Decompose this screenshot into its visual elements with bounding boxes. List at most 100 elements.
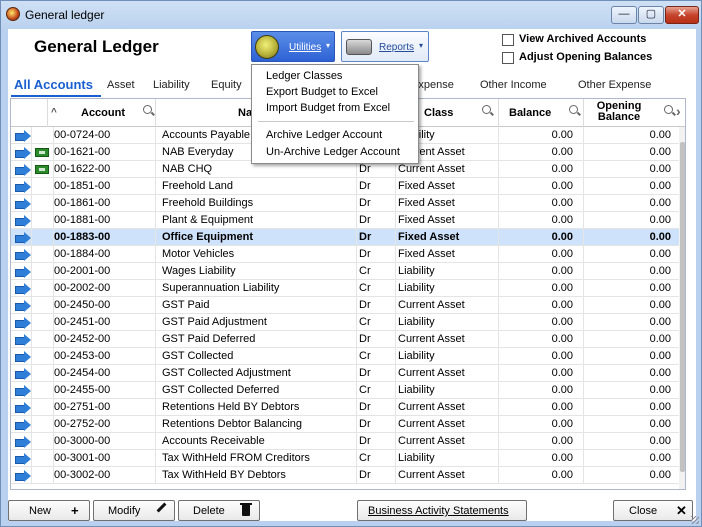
open-account-arrow-icon[interactable]: [15, 283, 31, 295]
tab-other-income[interactable]: Other Income: [480, 79, 547, 91]
resize-grip[interactable]: [691, 516, 699, 524]
new-button[interactable]: New +: [8, 500, 90, 521]
minimize-button[interactable]: —: [611, 6, 637, 24]
table-row[interactable]: 00-3000-00 Accounts Receivable Dr Current A…: [11, 433, 679, 450]
grid-rows: 00-0724-00Accounts PayableLiability0.000…: [11, 127, 679, 484]
open-account-arrow-icon[interactable]: [15, 453, 31, 465]
col-opening-header[interactable]: Opening Balance ›: [583, 99, 685, 127]
bas-button[interactable]: Business Activity Statements: [357, 500, 527, 521]
column-divider: [498, 382, 499, 398]
column-divider: [583, 212, 584, 228]
scroll-right-icon[interactable]: ›: [676, 103, 681, 119]
open-account-arrow-icon[interactable]: [15, 402, 31, 414]
table-row[interactable]: 00-2751-00 Retentions Held BY Debtors Dr Cu…: [11, 399, 679, 416]
table-row[interactable]: 00-1883-00 Office Equipment Dr Fixed Asset 0…: [11, 229, 679, 246]
chevron-down-icon[interactable]: ▾: [326, 41, 330, 50]
open-account-arrow-icon[interactable]: [15, 385, 31, 397]
open-account-arrow-icon[interactable]: [15, 317, 31, 329]
balance-cell: 0.00: [551, 299, 573, 311]
open-account-arrow-icon[interactable]: [15, 232, 31, 244]
table-row[interactable]: 00-2452-00 GST Paid Deferred Dr Current Ass…: [11, 331, 679, 348]
menu-item-import-budget[interactable]: Import Budget from Excel: [266, 102, 390, 114]
delete-button[interactable]: Delete: [178, 500, 260, 521]
table-row[interactable]: 00-2453-00 GST Collected Cr Liability 0.00 0.…: [11, 348, 679, 365]
balance-cell: 0.00: [551, 418, 573, 430]
menu-item-export-budget[interactable]: Export Budget to Excel: [266, 86, 378, 98]
modify-button[interactable]: Modify: [93, 500, 175, 521]
column-divider: [155, 280, 156, 296]
opening-cell: 0.00: [649, 282, 671, 294]
utilities-button[interactable]: Utilities ▾: [251, 31, 335, 62]
tab-asset[interactable]: Asset: [107, 79, 135, 91]
col-account-header[interactable]: ^ Account: [47, 99, 155, 127]
table-row[interactable]: 00-1884-00 Motor Vehicles Dr Fixed Asset 0.0…: [11, 246, 679, 263]
open-account-arrow-icon[interactable]: [15, 198, 31, 210]
table-row[interactable]: 00-2752-00 Retentions Debtor Balancing Dr C…: [11, 416, 679, 433]
column-divider: [155, 365, 156, 381]
table-row[interactable]: 00-3002-00 Tax WithHeld BY Debtors Dr Curre…: [11, 467, 679, 484]
tab-equity[interactable]: Equity: [211, 79, 242, 91]
chevron-down-icon[interactable]: ▾: [419, 41, 423, 50]
table-row[interactable]: 00-2455-00 GST Collected Deferred Cr Liabil…: [11, 382, 679, 399]
menu-item-archive-account[interactable]: Archive Ledger Account: [266, 129, 382, 141]
open-account-arrow-icon[interactable]: [15, 470, 31, 482]
open-account-arrow-icon[interactable]: [15, 266, 31, 278]
column-divider: [498, 127, 499, 143]
window-close-button[interactable]: ✕: [665, 6, 699, 24]
search-icon[interactable]: [569, 105, 578, 114]
table-row[interactable]: 00-2451-00 GST Paid Adjustment Cr Liability…: [11, 314, 679, 331]
balance-cell: 0.00: [551, 129, 573, 141]
open-account-arrow-icon[interactable]: [15, 419, 31, 431]
search-icon[interactable]: [482, 105, 491, 114]
vertical-scrollbar[interactable]: [679, 127, 685, 489]
open-account-arrow-icon[interactable]: [15, 215, 31, 227]
tab-liability[interactable]: Liability: [153, 79, 190, 91]
menu-item-unarchive-account[interactable]: Un-Archive Ledger Account: [266, 146, 400, 158]
column-divider: [155, 144, 156, 160]
table-row[interactable]: 00-1861-00 Freehold Buildings Dr Fixed Asse…: [11, 195, 679, 212]
scrollbar-thumb[interactable]: [680, 142, 685, 472]
name-cell: Retentions Debtor Balancing: [162, 418, 303, 430]
open-account-arrow-icon[interactable]: [15, 181, 31, 193]
search-icon[interactable]: [143, 105, 152, 114]
table-row[interactable]: 00-2454-00 GST Collected Adjustment Dr Curr…: [11, 365, 679, 382]
col-balance-header[interactable]: Balance: [498, 99, 583, 127]
reports-button[interactable]: Reports ▾: [341, 31, 429, 62]
view-archived-checkbox[interactable]: [502, 34, 514, 46]
table-row[interactable]: 00-2002-00 Superannuation Liability Cr Liab…: [11, 280, 679, 297]
column-divider: [583, 263, 584, 279]
close-button[interactable]: Close ✕: [613, 500, 693, 521]
name-cell: Retentions Held BY Debtors: [162, 401, 300, 413]
search-icon[interactable]: [664, 105, 673, 114]
tab-all-accounts[interactable]: All Accounts: [14, 77, 93, 92]
table-row[interactable]: 00-2450-00 GST Paid Dr Current Asset 0.00 0.0…: [11, 297, 679, 314]
open-account-arrow-icon[interactable]: [15, 368, 31, 380]
title-bar[interactable]: General ledger — ▢ ✕: [1, 1, 701, 29]
menu-item-ledger-classes[interactable]: Ledger Classes: [266, 70, 342, 82]
column-divider: [356, 195, 357, 211]
opening-cell: 0.00: [649, 146, 671, 158]
column-divider: [31, 382, 32, 398]
column-divider: [31, 365, 32, 381]
maximize-button[interactable]: ▢: [638, 6, 664, 24]
open-account-arrow-icon[interactable]: [15, 334, 31, 346]
balance-cell: 0.00: [551, 265, 573, 277]
adjust-opening-checkbox[interactable]: [502, 52, 514, 64]
open-account-arrow-icon[interactable]: [15, 147, 31, 159]
class-cell: Current Asset: [398, 401, 465, 413]
new-label: New: [29, 505, 52, 517]
account-cell: 00-2452-00: [54, 333, 111, 345]
open-account-arrow-icon[interactable]: [15, 300, 31, 312]
column-divider: [395, 331, 396, 347]
table-row[interactable]: 00-1881-00 Plant & Equipment Dr Fixed Asset…: [11, 212, 679, 229]
open-account-arrow-icon[interactable]: [15, 436, 31, 448]
table-row[interactable]: 00-2001-00 Wages Liability Cr Liability 0.00…: [11, 263, 679, 280]
tab-other-expense[interactable]: Other Expense: [578, 79, 651, 91]
col-account-label: Account: [81, 107, 125, 119]
open-account-arrow-icon[interactable]: [15, 351, 31, 363]
open-account-arrow-icon[interactable]: [15, 130, 31, 142]
open-account-arrow-icon[interactable]: [15, 249, 31, 261]
table-row[interactable]: 00-1851-00 Freehold Land Dr Fixed Asset 0.00…: [11, 178, 679, 195]
table-row[interactable]: 00-3001-00 Tax WithHeld FROM Creditors Cr L…: [11, 450, 679, 467]
open-account-arrow-icon[interactable]: [15, 164, 31, 176]
